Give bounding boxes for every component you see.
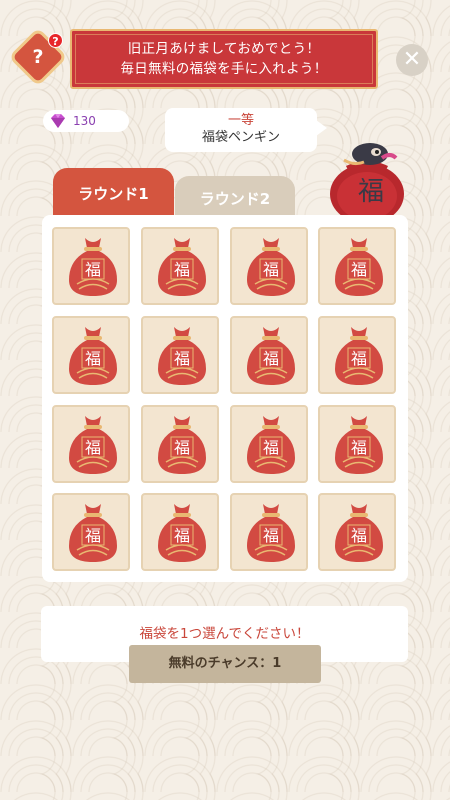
bag-glyph: 福 [263,438,279,457]
lucky-bag-cell[interactable]: 福 [52,405,130,483]
lucky-bag-icon: 福 [158,416,206,474]
lucky-bag-cell[interactable]: 福 [52,493,130,571]
lucky-bag-icon: 福 [335,327,383,385]
lucky-bag-icon: 福 [247,504,295,562]
lucky-bag-icon: 福 [69,238,117,296]
free-chance-button[interactable]: 無料のチャンス：1 [129,645,321,683]
lucky-bag-cell[interactable]: 福 [318,227,396,305]
close-button[interactable]: ✕ [396,44,428,76]
lucky-bag-cell[interactable]: 福 [141,405,219,483]
lucky-bag-icon: 福 [247,238,295,296]
help-notification-badge: ? [48,33,63,48]
bag-glyph: 福 [85,438,101,457]
bag-glyph: 福 [263,526,279,545]
tab-round-1[interactable]: ラウンド1 [53,168,174,218]
gem-count: 130 [73,114,96,128]
lucky-bag-icon: 福 [247,416,295,474]
gem-counter: 130 [43,110,129,132]
lucky-bag-icon: 福 [69,416,117,474]
prize-bubble: 一等 福袋ペンギン [165,108,327,152]
bag-glyph: 福 [174,438,190,457]
lucky-bag-icon: 福 [69,327,117,385]
lucky-bag-cell[interactable]: 福 [318,493,396,571]
svg-text:福: 福 [358,177,384,207]
lucky-bag-cell[interactable]: 福 [230,227,308,305]
bag-glyph: 福 [351,526,367,545]
bag-glyph: 福 [174,526,190,545]
lucky-bag-icon: 福 [69,504,117,562]
lucky-bag-cell[interactable]: 福 [230,316,308,394]
event-banner: 旧正月あけましておめでとう！ 毎日無料の福袋を手に入れよう！ [70,29,378,89]
lucky-bag-cell[interactable]: 福 [141,316,219,394]
bag-glyph: 福 [263,260,279,279]
banner-line-1: 旧正月あけましておめでとう！ [127,41,321,57]
lucky-bag-cell[interactable]: 福 [318,316,396,394]
lucky-bag-cell[interactable]: 福 [52,316,130,394]
bag-glyph: 福 [351,349,367,368]
lucky-bag-board: 福福福福福福福福福福福福福福福福 [42,215,408,582]
bag-glyph: 福 [263,349,279,368]
prize-name: 福袋ペンギン [201,130,280,145]
banner-line-2: 毎日無料の福袋を手に入れよう！ [120,61,328,77]
penguin-bag-mascot: 福 [330,143,404,224]
prize-rank: 一等 [227,113,254,128]
bag-glyph: 福 [174,260,190,279]
lucky-bag-cell[interactable]: 福 [230,493,308,571]
lucky-bag-icon: 福 [158,238,206,296]
lucky-bag-cell[interactable]: 福 [141,493,219,571]
bag-glyph: 福 [351,260,367,279]
bag-glyph: 福 [351,438,367,457]
lucky-bag-cell[interactable]: 福 [230,405,308,483]
lucky-bag-cell[interactable]: 福 [52,227,130,305]
lucky-bag-cell[interactable]: 福 [141,227,219,305]
bag-glyph: 福 [85,349,101,368]
lucky-bag-icon: 福 [158,327,206,385]
lucky-bag-icon: 福 [335,504,383,562]
lucky-bag-icon: 福 [335,238,383,296]
lucky-bag-icon: 福 [247,327,295,385]
bag-glyph: 福 [85,526,101,545]
gem-icon [51,114,65,128]
lucky-bag-icon: 福 [335,416,383,474]
instruction-text: 福袋を1つ選んでください！ [139,626,310,642]
close-icon: ✕ [402,47,422,72]
lucky-bag-cell[interactable]: 福 [318,405,396,483]
bag-glyph: 福 [174,349,190,368]
bag-glyph: 福 [85,260,101,279]
lucky-bag-icon: 福 [158,504,206,562]
